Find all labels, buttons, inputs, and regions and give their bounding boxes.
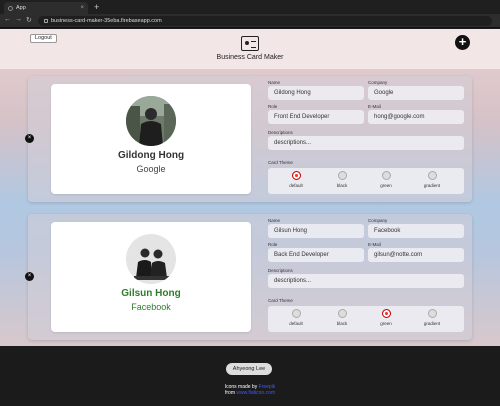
app-header: Logout Business Card Maker +	[0, 29, 500, 69]
theme-option-black[interactable]: black	[322, 309, 362, 326]
forward-arrow-icon[interactable]: →	[15, 16, 22, 23]
card-row: × Gilsun Hong Facebook Name Gilsun Hong …	[25, 214, 472, 340]
theme-option-green[interactable]: green	[366, 309, 406, 326]
name-label: Name	[268, 218, 281, 223]
company-field[interactable]: Google	[368, 86, 464, 100]
add-card-button[interactable]: +	[455, 35, 470, 50]
name-label: Name	[268, 80, 281, 85]
card-preview: Gildong Hong Google	[51, 84, 251, 194]
lock-icon	[44, 19, 48, 23]
url-text: business-card-maker-35eba.firebaseapp.co…	[51, 18, 162, 24]
browser-tabbar: App × +	[0, 0, 500, 14]
role-label: Role	[268, 242, 278, 247]
profile-photo	[126, 234, 176, 284]
theme-option-default[interactable]: default	[276, 309, 316, 326]
app-title: Business Card Maker	[216, 54, 284, 61]
reload-icon[interactable]: ↻	[26, 16, 32, 24]
icon-credit: Icons made by Freepik from www.flaticon.…	[0, 384, 500, 396]
delete-card-icon[interactable]: ×	[25, 272, 34, 281]
address-bar[interactable]: business-card-maker-35eba.firebaseapp.co…	[38, 16, 492, 26]
browser-toolbar: ← → ↻ business-card-maker-35eba.firebase…	[0, 14, 500, 28]
new-tab-button[interactable]: +	[94, 2, 99, 12]
company-field[interactable]: Facebook	[368, 224, 464, 238]
role-label: Role	[268, 104, 278, 109]
radio-icon[interactable]	[427, 309, 437, 318]
flaticon-link[interactable]: www.flaticon.com	[236, 390, 275, 396]
app-body: Logout Business Card Maker + × Gildong H…	[0, 29, 500, 346]
business-card-logo-icon	[241, 36, 259, 51]
descriptions-field[interactable]: descriptions...	[268, 136, 464, 150]
role-field[interactable]: Front End Developer	[268, 110, 364, 124]
role-field[interactable]: Back End Developer	[268, 248, 364, 262]
delete-card-icon[interactable]: ×	[25, 134, 34, 143]
radio-icon[interactable]	[291, 309, 301, 318]
card-theme-label: Card Theme	[268, 298, 293, 303]
radio-icon[interactable]	[337, 171, 347, 180]
radio-icon[interactable]	[381, 171, 391, 180]
theme-selector: default black green gradient	[268, 306, 464, 332]
theme-option-gradient[interactable]: gradient	[412, 171, 452, 188]
company-label: Company	[368, 80, 388, 85]
theme-option-green[interactable]: green	[366, 171, 406, 188]
credit-from: from	[224, 390, 235, 396]
browser-tab[interactable]: App ×	[4, 2, 88, 14]
radio-icon[interactable]	[337, 309, 347, 318]
footer: Ahyeong Lee Icons made by Freepik from w…	[0, 346, 500, 406]
author-badge: Ahyeong Lee	[226, 363, 272, 375]
descriptions-field[interactable]: descriptions...	[268, 274, 464, 288]
card-edit-form: Name Gilsun Hong Company Facebook Role B…	[268, 218, 468, 336]
theme-option-black[interactable]: black	[322, 171, 362, 188]
radio-selected-icon[interactable]	[381, 309, 391, 318]
company-label: Company	[368, 218, 388, 223]
card-row: × Gildong Hong Google Name Gildong Hong …	[25, 76, 472, 202]
radio-selected-icon[interactable]	[291, 171, 301, 180]
profile-photo	[126, 96, 176, 146]
theme-option-gradient[interactable]: gradient	[412, 309, 452, 326]
card-theme-label: Card Theme	[268, 160, 293, 165]
email-field[interactable]: hong@google.com	[368, 110, 464, 124]
tab-close-icon[interactable]: ×	[80, 5, 84, 11]
descriptions-label: Descriptions	[268, 268, 293, 273]
card-company: Google	[136, 164, 166, 174]
email-field[interactable]: gilsun@notte.com	[368, 248, 464, 262]
card-name: Gildong Hong	[117, 150, 185, 161]
logout-button[interactable]: Logout	[30, 34, 57, 43]
theme-selector: default black green gradient	[268, 168, 464, 194]
theme-option-default[interactable]: default	[276, 171, 316, 188]
card-name: Gilsun Hong	[121, 288, 181, 299]
email-label: E-Mail	[368, 242, 381, 247]
favicon-icon	[8, 5, 13, 11]
email-label: E-Mail	[368, 104, 381, 109]
card-edit-form: Name Gildong Hong Company Google Role Fr…	[268, 80, 468, 198]
tab-title: App	[16, 5, 26, 11]
card-company: Facebook	[131, 302, 171, 312]
name-field[interactable]: Gildong Hong	[268, 86, 364, 100]
card-preview: Gilsun Hong Facebook	[51, 222, 251, 332]
name-field[interactable]: Gilsun Hong	[268, 224, 364, 238]
descriptions-label: Descriptions	[268, 130, 293, 135]
back-arrow-icon[interactable]: ←	[4, 16, 11, 23]
radio-icon[interactable]	[427, 171, 437, 180]
